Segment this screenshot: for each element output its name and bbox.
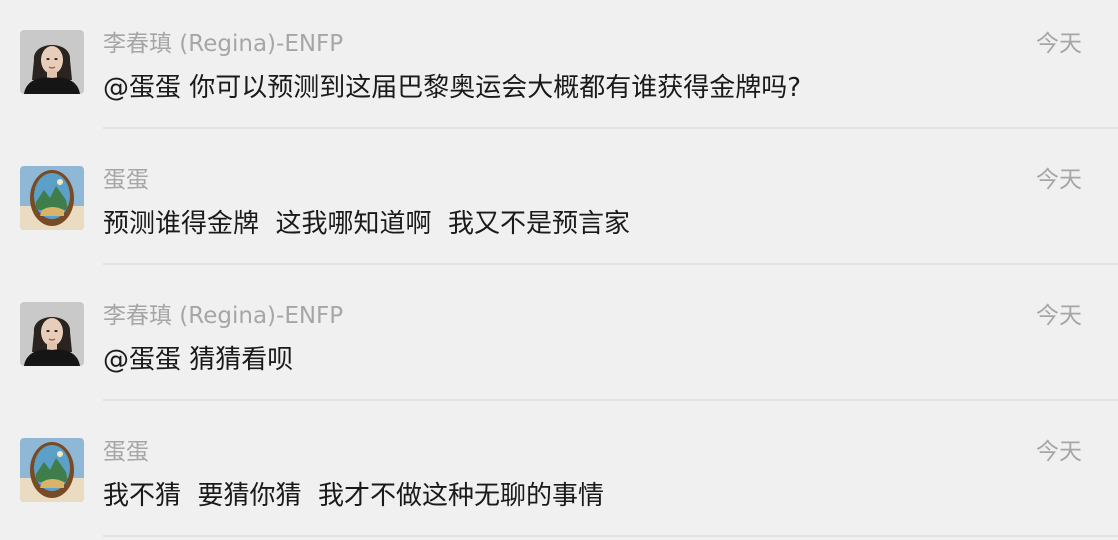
sender-name: 蛋蛋	[103, 167, 149, 193]
message-text: 我不猜 要猜你猜 我才不做这种无聊的事情	[103, 481, 605, 511]
avatar[interactable]	[20, 302, 84, 366]
divider	[103, 399, 1118, 401]
message-text: 预测谁得金牌 这我哪知道啊 我又不是预言家	[103, 209, 631, 239]
sender-name: 蛋蛋	[103, 439, 149, 465]
avatar[interactable]	[20, 166, 84, 230]
chat-message[interactable]: 蛋蛋 今天 我不猜 要猜你猜 我才不做这种无聊的事情	[0, 408, 1118, 540]
avatar[interactable]	[20, 438, 84, 502]
chat-message-list: 李春瑱 (Regina)-ENFP 今天 @蛋蛋 你可以预测到这届巴黎奥运会大概…	[0, 0, 1118, 540]
message-time: 今天	[1036, 167, 1082, 193]
message-time: 今天	[1036, 31, 1082, 57]
divider	[103, 535, 1118, 537]
sender-name: 李春瑱 (Regina)-ENFP	[103, 303, 344, 329]
message-time: 今天	[1036, 303, 1082, 329]
chat-message[interactable]: 蛋蛋 今天 预测谁得金牌 这我哪知道啊 我又不是预言家	[0, 136, 1118, 272]
egg-landscape-avatar-icon	[20, 438, 84, 502]
portrait-avatar-icon	[20, 302, 84, 366]
chat-message[interactable]: 李春瑱 (Regina)-ENFP 今天 @蛋蛋 猜猜看呗	[0, 272, 1118, 408]
divider	[103, 263, 1118, 265]
divider	[103, 127, 1118, 129]
chat-message[interactable]: 李春瑱 (Regina)-ENFP 今天 @蛋蛋 你可以预测到这届巴黎奥运会大概…	[0, 0, 1118, 136]
sender-name: 李春瑱 (Regina)-ENFP	[103, 31, 344, 57]
message-text: @蛋蛋 你可以预测到这届巴黎奥运会大概都有谁获得金牌吗?	[103, 73, 802, 103]
message-text: @蛋蛋 猜猜看呗	[103, 345, 294, 375]
portrait-avatar-icon	[20, 30, 84, 94]
avatar[interactable]	[20, 30, 84, 94]
message-time: 今天	[1036, 439, 1082, 465]
egg-landscape-avatar-icon	[20, 166, 84, 230]
